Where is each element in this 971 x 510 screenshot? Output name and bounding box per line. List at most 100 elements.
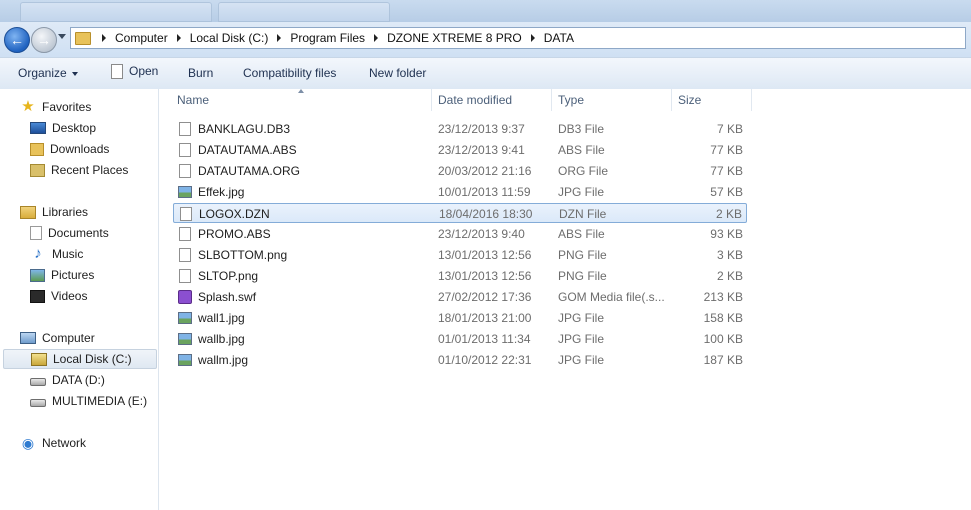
file-row[interactable]: Effek.jpg 10/01/2013 11:59 JPG File 57 KB (173, 182, 747, 202)
videos-icon (30, 289, 45, 303)
nav-computer-label: Computer (42, 331, 95, 345)
swf-file-icon (178, 290, 192, 304)
file-type: GOM Media file(.s... (558, 290, 665, 304)
open-button[interactable]: Open (111, 64, 158, 80)
forward-button[interactable]: → (31, 27, 57, 53)
nav-music[interactable]: ♪ Music (30, 244, 83, 264)
column-header-type[interactable]: Type (558, 89, 668, 111)
file-row[interactable]: BANKLAGU.DB3 23/12/2013 9:37 DB3 File 7 KB (173, 119, 747, 139)
nav-recent-places-label: Recent Places (51, 163, 129, 177)
nav-downloads-label: Downloads (50, 142, 110, 156)
file-name: SLBOTTOM.png (198, 248, 288, 262)
breadcrumb-local-disk[interactable]: Local Disk (C:) (190, 31, 269, 45)
file-date-modified: 18/04/2016 18:30 (439, 207, 533, 221)
blank-file-icon (179, 143, 191, 157)
nav-local-disk[interactable]: Local Disk (C:) (3, 349, 157, 369)
nav-recent-places[interactable]: Recent Places (30, 160, 128, 180)
breadcrumb: Computer Local Disk (C:) Program Files D… (93, 28, 574, 48)
nav-favorites[interactable]: ★ Favorites (20, 97, 91, 117)
drive-icon (30, 378, 46, 386)
nav-documents[interactable]: Documents (30, 223, 109, 243)
file-row[interactable]: wall1.jpg 18/01/2013 21:00 JPG File 158 KB (173, 308, 747, 328)
libraries-icon (20, 205, 36, 219)
music-note-icon: ♪ (34, 245, 42, 262)
chevron-right-icon[interactable] (277, 34, 282, 42)
file-date-modified: 18/01/2013 21:00 (438, 311, 532, 325)
chevron-right-icon[interactable] (530, 34, 535, 42)
file-row[interactable]: LOGOX.DZN 18/04/2016 18:30 DZN File 2 KB (173, 203, 747, 223)
column-header-name-label: Name (177, 93, 210, 107)
file-row[interactable]: DATAUTAMA.ORG 20/03/2012 21:16 ORG File 77 … (173, 161, 747, 181)
recent-pages-dropdown-icon[interactable] (58, 34, 66, 39)
nav-data-drive-label: DATA (D:) (52, 373, 105, 387)
blank-file-icon (179, 269, 191, 283)
chevron-down-icon (71, 71, 78, 76)
file-type: DB3 File (558, 122, 605, 136)
column-header-name[interactable]: Name (177, 89, 427, 111)
blank-file-icon (179, 227, 191, 241)
column-header-date[interactable]: Date modified (438, 89, 548, 111)
breadcrumb-computer[interactable]: Computer (115, 31, 168, 45)
nav-data-drive[interactable]: DATA (D:) (30, 370, 105, 390)
compatibility-files-button[interactable]: Compatibility files (243, 66, 336, 80)
file-name: SLTOP.png (198, 269, 259, 283)
pictures-icon (30, 268, 45, 282)
file-size: 93 KB (710, 227, 743, 241)
file-row[interactable]: SLBOTTOM.png 13/01/2013 12:56 PNG File 3 KB (173, 245, 747, 265)
network-icon: ◉ (21, 435, 35, 451)
blank-file-icon (179, 122, 191, 136)
file-list: Name Date modified Type Size BANKLAGU.DB… (159, 89, 971, 510)
image-file-icon (178, 354, 192, 366)
nav-libraries[interactable]: Libraries (20, 202, 88, 222)
file-type: DZN File (559, 207, 607, 221)
address-bar[interactable]: Computer Local Disk (C:) Program Files D… (70, 27, 966, 49)
file-name: wall1.jpg (198, 311, 245, 325)
file-type: JPG File (558, 185, 605, 199)
nav-videos[interactable]: Videos (30, 286, 87, 306)
file-row[interactable]: wallm.jpg 01/10/2012 22:31 JPG File 187 KB (173, 350, 747, 370)
column-divider[interactable] (431, 89, 432, 111)
file-size: 57 KB (710, 185, 743, 199)
file-date-modified: 23/12/2013 9:37 (438, 122, 525, 136)
chevron-right-icon[interactable] (374, 34, 379, 42)
file-row[interactable]: Splash.swf 27/02/2012 17:36 GOM Media file… (173, 287, 747, 307)
file-row[interactable]: wallb.jpg 01/01/2013 11:34 JPG File 100 KB (173, 329, 747, 349)
nav-computer[interactable]: Computer (20, 328, 95, 348)
new-folder-button[interactable]: New folder (369, 66, 426, 80)
file-row[interactable]: PROMO.ABS 23/12/2013 9:40 ABS File 93 KB (173, 224, 747, 244)
nav-multimedia-drive[interactable]: MULTIMEDIA (E:) (30, 391, 147, 411)
file-date-modified: 20/03/2012 21:16 (438, 164, 532, 178)
file-date-modified: 10/01/2013 11:59 (438, 185, 531, 199)
column-divider[interactable] (671, 89, 672, 111)
file-name: Effek.jpg (198, 185, 245, 199)
file-type: ORG File (558, 164, 609, 178)
background-tab (218, 2, 390, 22)
nav-videos-label: Videos (51, 289, 88, 303)
navigation-pane: ★ Favorites Desktop Downloads Recent Plac… (0, 89, 159, 510)
column-divider[interactable] (551, 89, 552, 111)
nav-desktop[interactable]: Desktop (30, 118, 96, 138)
breadcrumb-program-files[interactable]: Program Files (290, 31, 365, 45)
image-file-icon (178, 186, 192, 198)
file-size: 77 KB (710, 143, 743, 157)
file-row[interactable]: SLTOP.png 13/01/2013 12:56 PNG File 2 KB (173, 266, 747, 286)
nav-downloads[interactable]: Downloads (30, 139, 109, 159)
file-name: DATAUTAMA.ORG (198, 164, 300, 178)
file-date-modified: 27/02/2012 17:36 (438, 290, 532, 304)
breadcrumb-data[interactable]: DATA (544, 31, 574, 45)
file-name: wallb.jpg (198, 332, 245, 346)
nav-pictures[interactable]: Pictures (30, 265, 94, 285)
breadcrumb-dzone[interactable]: DZONE XTREME 8 PRO (387, 31, 522, 45)
file-name: DATAUTAMA.ABS (198, 143, 297, 157)
organize-button[interactable]: Organize (18, 66, 78, 80)
organize-label: Organize (18, 66, 67, 80)
back-button[interactable]: ← (4, 27, 30, 53)
burn-button[interactable]: Burn (188, 66, 213, 80)
chevron-right-icon[interactable] (176, 34, 181, 42)
nav-network[interactable]: ◉ Network (20, 433, 86, 453)
chevron-right-icon[interactable] (102, 34, 106, 42)
column-divider[interactable] (751, 89, 752, 111)
file-row[interactable]: DATAUTAMA.ABS 23/12/2013 9:41 ABS File 77 K… (173, 140, 747, 160)
column-header-size[interactable]: Size (678, 89, 748, 111)
nav-documents-label: Documents (48, 226, 109, 240)
